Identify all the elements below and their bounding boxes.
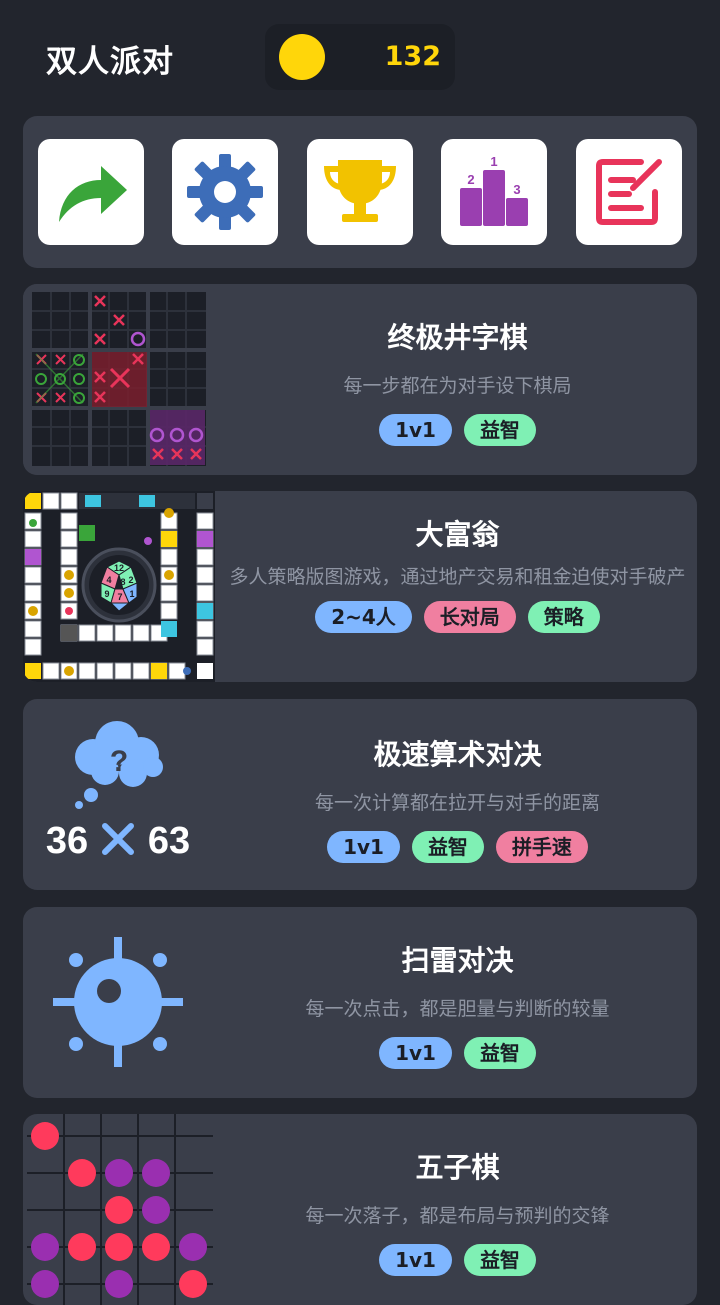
podium-label-2: 2 xyxy=(467,172,474,187)
podium-label-3: 3 xyxy=(513,182,520,197)
podium-icon: 1 2 3 xyxy=(460,154,528,226)
share-button[interactable] xyxy=(38,139,144,245)
game-title: 终极井字棋 xyxy=(387,321,528,354)
tag-genre: 策略 xyxy=(527,600,600,633)
equation-right: 63 xyxy=(148,820,190,862)
game-tags: 2~4人 长对局 策略 xyxy=(218,600,697,633)
monopoly-board-image: 12 4 8 2 9 7 1 xyxy=(23,491,215,682)
minesweeper-thumbnail xyxy=(23,907,215,1098)
question-mark: ? xyxy=(110,745,128,778)
gomoku-board-image xyxy=(27,1114,213,1305)
mine-icon xyxy=(53,937,183,1067)
app-title: 双人派对 xyxy=(46,44,174,80)
game-description: 多人策略版图游戏，通过地产交易和租金迫使对手破产 xyxy=(229,566,686,588)
edit-note-icon xyxy=(596,159,662,225)
equation-left: 36 xyxy=(46,820,88,862)
dice-number: 4 xyxy=(106,575,111,585)
tag-mode: 1v1 xyxy=(379,1036,452,1069)
game-title: 极速算术对决 xyxy=(373,738,542,771)
gomoku-thumbnail xyxy=(23,1114,215,1305)
multiply-icon xyxy=(102,823,134,855)
share-arrow-icon xyxy=(59,166,127,222)
tag-genre: 益智 xyxy=(411,830,484,863)
coin-icon xyxy=(279,34,325,80)
settings-button[interactable] xyxy=(172,139,278,245)
game-description: 每一次计算都在拉开与对手的距离 xyxy=(314,792,600,814)
game-title: 扫雷对决 xyxy=(401,944,514,977)
coin-counter[interactable]: 132 xyxy=(265,24,455,90)
trophy-icon xyxy=(324,160,396,222)
game-title: 五子棋 xyxy=(415,1151,500,1184)
tag-mode: 1v1 xyxy=(327,830,400,863)
trophy-button[interactable] xyxy=(307,139,413,245)
tictactoe-board-image xyxy=(23,284,215,475)
notes-button[interactable] xyxy=(576,139,682,245)
gear-icon xyxy=(187,154,263,230)
game-card-speed-arithmetic[interactable]: ? 36 63 极速算术对决 每一次计算都在拉开与对手的距离 1v1 益智 拼手… xyxy=(23,699,697,890)
dice-number: 2 xyxy=(128,575,133,585)
toolbar: 1 2 3 xyxy=(23,116,697,268)
game-description: 每一步都在为对手设下棋局 xyxy=(343,375,572,397)
game-description: 每一次点击，都是胆量与判断的较量 xyxy=(305,998,610,1020)
thought-cloud-icon: ? 36 63 xyxy=(46,721,190,862)
leaderboard-button[interactable]: 1 2 3 xyxy=(441,139,547,245)
game-tags: 1v1 益智 拼手速 xyxy=(218,830,697,863)
game-tags: 1v1 益智 xyxy=(218,1243,697,1276)
game-card-minesweeper[interactable]: 扫雷对决 每一次点击，都是胆量与判断的较量 1v1 益智 xyxy=(23,907,697,1098)
header: 双人派对 132 xyxy=(0,0,720,110)
coin-count: 132 xyxy=(384,41,441,72)
game-title: 大富翁 xyxy=(415,518,500,551)
game-info: 极速算术对决 每一次计算都在拉开与对手的距离 1v1 益智 拼手速 xyxy=(218,699,697,890)
game-tags: 1v1 益智 xyxy=(218,413,697,446)
game-tags: 1v1 益智 xyxy=(218,1036,697,1069)
game-card-ultimate-tictactoe[interactable]: 终极井字棋 每一步都在为对手设下棋局 1v1 益智 xyxy=(23,284,697,475)
tag-speed: 拼手速 xyxy=(495,830,588,863)
game-card-gomoku[interactable]: 五子棋 每一次落子，都是布局与预判的交锋 1v1 益智 xyxy=(23,1114,697,1305)
game-info: 五子棋 每一次落子，都是布局与预判的交锋 1v1 益智 xyxy=(218,1114,697,1305)
tictactoe-thumbnail xyxy=(23,284,215,475)
tag-length: 长对局 xyxy=(423,600,516,633)
arithmetic-thumbnail: ? 36 63 xyxy=(23,699,215,890)
tag-genre: 益智 xyxy=(463,1243,536,1276)
tag-genre: 益智 xyxy=(463,1036,536,1069)
game-description: 每一次落子，都是布局与预判的交锋 xyxy=(305,1205,610,1227)
game-info: 大富翁 多人策略版图游戏，通过地产交易和租金迫使对手破产 2~4人 长对局 策略 xyxy=(218,491,697,682)
game-info: 扫雷对决 每一次点击，都是胆量与判断的较量 1v1 益智 xyxy=(218,907,697,1098)
dice-number: 8 xyxy=(120,577,125,587)
tag-mode: 1v1 xyxy=(379,413,452,446)
podium-label-1: 1 xyxy=(490,154,497,169)
game-card-monopoly[interactable]: 12 4 8 2 9 7 1 大富翁 多人策略版图游戏，通过地产交易和租金迫使对… xyxy=(23,491,697,682)
tag-mode: 1v1 xyxy=(379,1243,452,1276)
dice-number: 9 xyxy=(104,589,109,599)
monopoly-thumbnail: 12 4 8 2 9 7 1 xyxy=(23,491,215,682)
game-info: 终极井字棋 每一步都在为对手设下棋局 1v1 益智 xyxy=(218,284,697,475)
dice-number: 1 xyxy=(129,589,134,599)
dice-number: 7 xyxy=(117,592,122,602)
tag-genre: 益智 xyxy=(463,413,536,446)
tag-players: 2~4人 xyxy=(315,600,412,633)
dice-number: 12 xyxy=(114,563,124,573)
